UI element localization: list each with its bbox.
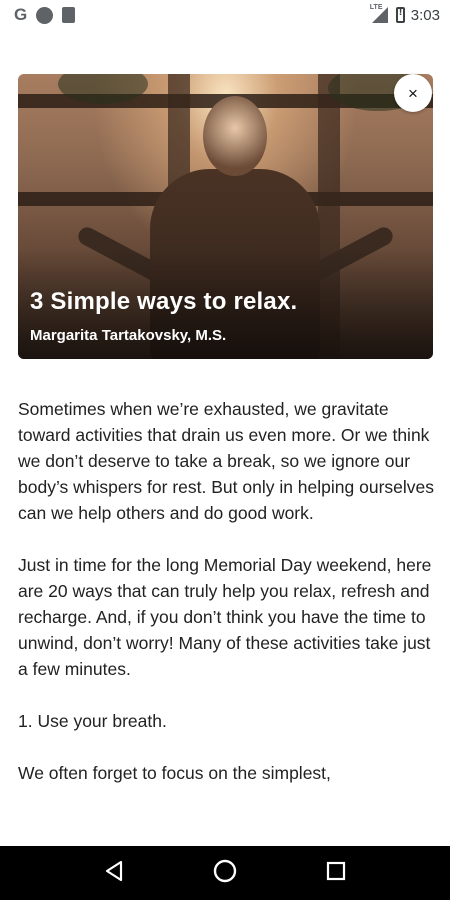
status-left-icons: G — [14, 5, 76, 25]
recents-icon[interactable] — [325, 860, 347, 887]
status-bar: G LTE 3:03 — [0, 0, 450, 30]
google-g-icon: G — [14, 5, 28, 24]
article-paragraph: We often forget to focus on the simplest… — [18, 763, 331, 783]
close-button[interactable]: × — [394, 74, 432, 112]
close-icon: × — [408, 83, 418, 103]
navigation-bar — [0, 846, 450, 900]
sd-card-icon — [62, 7, 76, 23]
circle-notification-icon — [36, 6, 54, 24]
network-type-label: LTE — [369, 4, 383, 11]
article-body: Sometimes when we’re exhausted, we gravi… — [18, 396, 436, 812]
back-icon[interactable] — [103, 859, 125, 888]
article-author: Margarita Tartakovsky, M.S. — [30, 327, 227, 344]
article-title: 3 Simple ways to relax. — [30, 288, 298, 315]
battery-alert-icon — [395, 6, 405, 23]
article-paragraph: Sometimes when we’re exhausted, we gravi… — [18, 399, 435, 523]
article-paragraph: Just in time for the long Memorial Day w… — [18, 555, 432, 679]
hero-image-figure-head — [203, 96, 267, 176]
status-time: 3:03 — [410, 6, 440, 24]
signal-icon: LTE — [369, 4, 390, 24]
home-icon[interactable] — [212, 858, 238, 889]
article-paragraph: 1. Use your breath. — [18, 711, 167, 731]
hero-card: 3 Simple ways to relax. Margarita Tartak… — [18, 74, 433, 359]
status-right-icons: LTE 3:03 — [369, 4, 440, 24]
